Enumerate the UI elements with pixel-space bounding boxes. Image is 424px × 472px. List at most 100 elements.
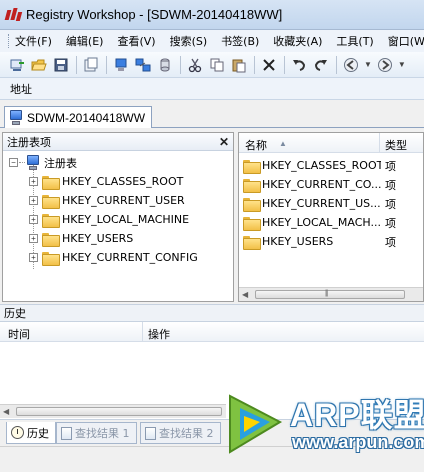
tree-item-hkcr[interactable]: + HKEY_CLASSES_ROOT	[29, 172, 183, 191]
tree-item-hkcu[interactable]: + HKEY_CURRENT_USER	[29, 191, 185, 210]
menu-bookmarks[interactable]: 书签(B)	[221, 33, 259, 49]
tree-item-label: HKEY_LOCAL_MACHINE	[62, 213, 190, 226]
paste-icon[interactable]	[230, 56, 248, 74]
save-icon[interactable]	[52, 56, 70, 74]
registry-local-icon[interactable]	[112, 56, 130, 74]
column-divider[interactable]	[142, 322, 143, 342]
folder-icon	[243, 178, 261, 193]
scroll-left-icon[interactable]: ◀	[242, 290, 248, 299]
title-bar: Registry Workshop - [SDWM-20140418WW]	[0, 0, 424, 30]
toolbar-separator	[254, 55, 255, 74]
address-bar: 地址	[0, 78, 424, 100]
list-item[interactable]: HKEY_LOCAL_MACH... 项	[243, 213, 423, 232]
undo-icon[interactable]	[290, 56, 308, 74]
tab-history[interactable]: 历史	[6, 422, 56, 444]
list-item-type: 项	[385, 159, 396, 173]
column-divider[interactable]	[379, 133, 380, 153]
toolbar-separator	[180, 55, 181, 74]
expand-icon[interactable]: +	[29, 253, 38, 262]
watermark-url: www.arpun.com	[292, 432, 424, 452]
document-tab[interactable]: SDWM-20140418WW	[4, 106, 153, 128]
computer-icon	[26, 154, 40, 171]
column-header-operation[interactable]: 操作	[148, 326, 170, 342]
tree-root-label: 注册表	[44, 156, 77, 170]
toolbar-separator	[284, 55, 285, 74]
back-dropdown-icon[interactable]: ▼	[364, 60, 372, 69]
expand-icon[interactable]: +	[29, 215, 38, 224]
scroll-thumb[interactable]	[16, 407, 222, 416]
back-icon[interactable]	[342, 56, 360, 74]
cut-icon[interactable]	[186, 56, 204, 74]
list-item[interactable]: HKEY_CURRENT_CO... 项	[243, 175, 423, 194]
menu-tools[interactable]: 工具(T)	[336, 33, 373, 49]
folder-icon	[243, 197, 261, 212]
history-table-header: 时间 操作	[0, 322, 424, 342]
tab-find-results-1[interactable]: 查找结果 1	[56, 422, 137, 444]
redo-icon[interactable]	[312, 56, 330, 74]
expand-icon[interactable]: +	[29, 196, 38, 205]
toolbar-separator	[336, 55, 337, 74]
connect-icon[interactable]	[8, 56, 26, 74]
list-item-type: 项	[385, 216, 396, 230]
tree-item-hklm[interactable]: + HKEY_LOCAL_MACHINE	[29, 210, 189, 229]
folder-icon	[42, 175, 60, 190]
registry-tree-pane: 注册表项 ✕ − 注册表 + HKEY_CLASSES_ROOT + HKEY_…	[2, 132, 234, 302]
forward-dropdown-icon[interactable]: ▼	[398, 60, 406, 69]
folder-icon	[42, 213, 60, 228]
tree-item-hkcc[interactable]: + HKEY_CURRENT_CONFIG	[29, 248, 198, 267]
column-header-time[interactable]: 时间	[8, 326, 30, 342]
tree-item-label: HKEY_CURRENT_CONFIG	[62, 251, 198, 264]
open-icon[interactable]	[30, 56, 48, 74]
expand-icon[interactable]: +	[29, 234, 38, 243]
list-horizontal-scrollbar[interactable]: ◀ |||	[239, 287, 423, 301]
clock-icon	[11, 426, 24, 439]
tree-root[interactable]: − 注册表	[9, 153, 77, 172]
scroll-grip-icon: |||	[325, 290, 329, 297]
close-icon[interactable]: ✕	[219, 135, 229, 149]
menu-favorites[interactable]: 收藏夹(A)	[273, 33, 322, 49]
menu-file[interactable]: 文件(F)	[15, 33, 52, 49]
document-tab-label: SDWM-20140418WW	[27, 110, 146, 125]
folder-icon	[42, 232, 60, 247]
tab-label: 查找结果 1	[75, 427, 130, 440]
tree-item-label: HKEY_CLASSES_ROOT	[62, 175, 184, 188]
folder-icon	[243, 235, 261, 250]
registry-workshop-app-icon	[4, 6, 23, 24]
forward-icon[interactable]	[376, 56, 394, 74]
export-icon[interactable]	[82, 56, 100, 74]
toolbar: ▼ ▼	[0, 52, 424, 78]
column-header-name[interactable]: 名称	[245, 137, 267, 153]
list-item-name: HKEY_CURRENT_US...	[262, 197, 381, 210]
expand-icon[interactable]: +	[29, 177, 38, 186]
tree-item-label: HKEY_USERS	[62, 232, 134, 245]
column-header-type[interactable]: 类型	[385, 137, 407, 153]
collapse-icon[interactable]: −	[9, 158, 18, 167]
tree-item-hku[interactable]: + HKEY_USERS	[29, 229, 133, 248]
copy-icon[interactable]	[208, 56, 226, 74]
list-item-name: HKEY_USERS	[262, 235, 334, 248]
menu-view[interactable]: 查看(V)	[117, 33, 155, 49]
scroll-thumb[interactable]	[255, 290, 405, 299]
sort-ascending-icon: ▲	[279, 139, 287, 148]
list-item[interactable]: HKEY_CURRENT_US... 项	[243, 194, 423, 213]
menu-window[interactable]: 窗口(W	[388, 33, 424, 49]
address-label: 地址	[10, 82, 32, 96]
list-item[interactable]: HKEY_CLASSES_ROOT 项	[243, 156, 423, 175]
registry-file-icon[interactable]	[156, 56, 174, 74]
list-item-type: 项	[385, 197, 396, 211]
toolbar-separator	[76, 55, 77, 74]
list-item[interactable]: HKEY_USERS 项	[243, 232, 423, 251]
scroll-left-icon[interactable]: ◀	[3, 407, 9, 416]
search-results-icon	[61, 426, 72, 440]
window-title: Registry Workshop - [SDWM-20140418WW]	[26, 7, 283, 22]
delete-icon[interactable]	[260, 56, 278, 74]
registry-remote-icon[interactable]	[134, 56, 152, 74]
menu-edit[interactable]: 编辑(E)	[66, 33, 104, 49]
history-horizontal-scrollbar[interactable]: ◀	[0, 404, 226, 418]
tree-pane-title: 注册表项	[7, 135, 51, 149]
list-item-type: 项	[385, 178, 396, 192]
watermark-brand: ARP联盟	[290, 397, 424, 433]
tab-find-results-2[interactable]: 查找结果 2	[140, 422, 221, 444]
menu-search[interactable]: 搜索(S)	[170, 33, 208, 49]
list-item-name: HKEY_CURRENT_CO...	[262, 178, 381, 191]
